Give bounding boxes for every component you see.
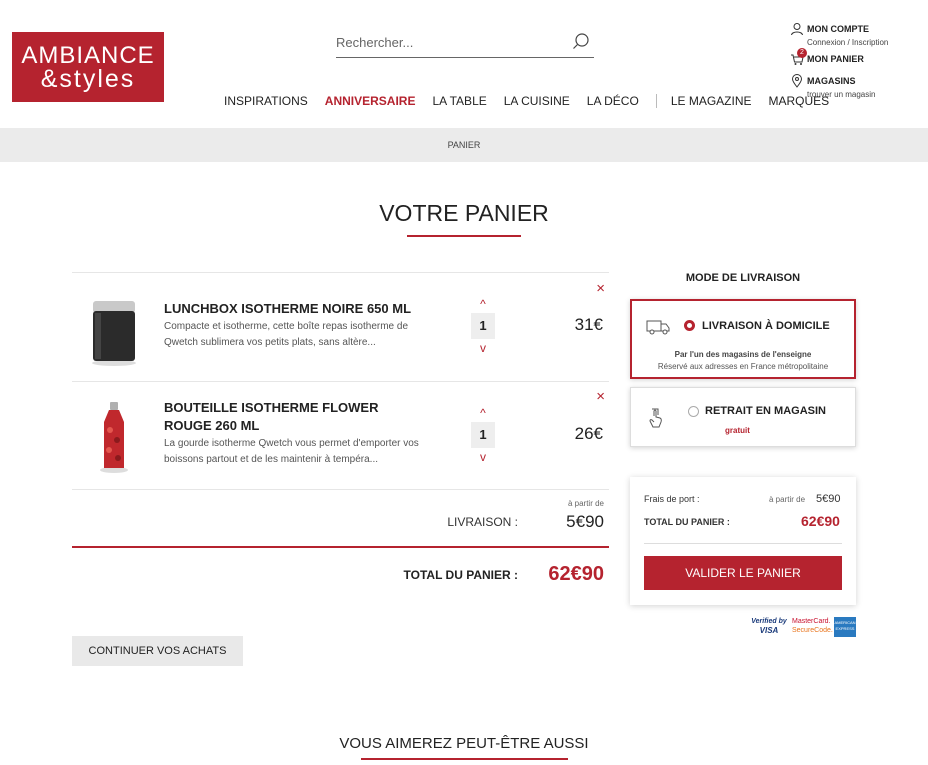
- total-divider: [72, 546, 609, 548]
- option-detail: Par l'un des magasins de l'enseigne: [674, 350, 812, 359]
- order-summary: Frais de port : à partir de 5€90 TOTAL D…: [630, 477, 856, 605]
- payment-logos: Verified by VISA MasterCard. SecureCode.…: [750, 617, 856, 639]
- breadcrumb: PANIER: [0, 128, 928, 162]
- search-icon[interactable]: [572, 32, 590, 50]
- option-label: RETRAIT EN MAGASIN: [705, 405, 826, 417]
- shipping-price: 5€90: [816, 493, 841, 505]
- delivery-option-home[interactable]: LIVRAISON À DOMICILE Par l'un des magasi…: [630, 299, 856, 379]
- product-description: La gourde isotherme Qwetch vous permet d…: [164, 438, 419, 465]
- product-image-bottle[interactable]: [86, 396, 142, 476]
- quantity-decrease-button[interactable]: v: [476, 451, 490, 463]
- divider: [72, 489, 609, 490]
- validate-cart-button[interactable]: VALIDER LE PANIER: [644, 556, 842, 590]
- my-account-label: MON COMPTE: [807, 24, 869, 34]
- product-image-lunchbox[interactable]: [86, 293, 142, 373]
- remove-item-button[interactable]: ×: [596, 388, 605, 405]
- nav-item-anniversaire[interactable]: ANNIVERSAIRE: [325, 94, 416, 108]
- quantity-increase-button[interactable]: ^: [476, 407, 490, 419]
- quantity-value[interactable]: 1: [471, 313, 495, 339]
- quantity-decrease-button[interactable]: v: [476, 342, 490, 354]
- delivery-price: 5€90: [566, 512, 604, 531]
- location-pin-icon: [791, 74, 803, 88]
- mastercard-securecode-logo: MasterCard. SecureCode.: [792, 617, 833, 637]
- remove-item-button[interactable]: ×: [596, 280, 605, 297]
- mastercard-label: MasterCard.: [792, 618, 831, 625]
- radio-selected[interactable]: [684, 320, 695, 331]
- product-price: 31€: [574, 315, 603, 334]
- title-underline: [407, 235, 521, 237]
- nav-item-inspirations[interactable]: INSPIRATIONS: [224, 94, 308, 108]
- shipping-from: à partir de: [769, 495, 806, 504]
- delivery-label: LIVRAISON :: [447, 515, 518, 529]
- visa-label: VISA: [759, 626, 779, 635]
- verified-label: Verified: [751, 618, 777, 625]
- search-input[interactable]: [336, 31, 556, 53]
- my-cart-label: MON PANIER: [807, 54, 864, 64]
- nav-item-la-deco[interactable]: LA DÉCO: [587, 94, 639, 108]
- continue-shopping-button[interactable]: CONTINUER VOS ACHATS: [72, 636, 243, 666]
- delivery-mode-title: MODE DE LIVRAISON: [685, 272, 801, 284]
- option-note: Réservé aux adresses en France métropoli…: [657, 362, 829, 371]
- nav-item-marques[interactable]: MARQUES: [769, 94, 830, 108]
- product-description: Compacte et isotherme, cette boîte repas…: [164, 321, 409, 348]
- divider: [644, 543, 842, 544]
- store-click-icon: [649, 408, 662, 428]
- suggestions-underline: [361, 758, 568, 760]
- page-title: VOTRE PANIER: [379, 200, 549, 226]
- my-cart-link[interactable]: 2 MON PANIER: [790, 48, 920, 74]
- securecode-label: SecureCode.: [792, 627, 833, 634]
- summary-total-price: 62€90: [801, 513, 840, 529]
- nav-item-la-table[interactable]: LA TABLE: [432, 94, 486, 108]
- cart-total-price: 62€90: [548, 563, 604, 585]
- delivery-from-label: à partir de: [567, 499, 604, 508]
- login-links[interactable]: Connexion / Inscription: [807, 38, 928, 52]
- stores-label: MAGASINS: [807, 76, 856, 86]
- cart-item: LUNCHBOX ISOTHERME NOIRE 650 ML Compacte…: [72, 273, 609, 381]
- user-icon: [791, 23, 803, 36]
- search-bar: [336, 28, 594, 58]
- main-nav: INSPIRATIONS ANNIVERSAIRE LA TABLE LA CU…: [224, 92, 846, 110]
- product-price: 26€: [574, 424, 603, 443]
- nav-divider: [655, 94, 657, 108]
- amex-logo: AMERICAN EXPRESS: [834, 617, 856, 637]
- shipping-label: Frais de port :: [644, 494, 700, 504]
- option-label: LIVRAISON À DOMICILE: [702, 320, 830, 332]
- nav-item-la-cuisine[interactable]: LA CUISINE: [504, 94, 570, 108]
- summary-total-label: TOTAL DU PANIER :: [644, 517, 730, 527]
- quantity-increase-button[interactable]: ^: [476, 298, 490, 310]
- verified-by-label: by: [778, 618, 787, 625]
- logo-line2: &styles: [40, 65, 136, 93]
- suggestions-title: VOUS AIMEREZ PEUT-ÊTRE AUSSI: [339, 735, 589, 752]
- delivery-option-store[interactable]: RETRAIT EN MAGASIN gratuit: [630, 387, 856, 447]
- quantity-value[interactable]: 1: [471, 422, 495, 448]
- nav-item-le-magazine[interactable]: LE MAGAZINE: [671, 94, 752, 108]
- truck-icon: [646, 320, 670, 335]
- verified-by-visa-logo: Verified by VISA: [750, 617, 788, 637]
- brand-logo[interactable]: AMBIANCE &styles: [12, 32, 164, 102]
- cart-total-label: TOTAL DU PANIER :: [403, 568, 518, 582]
- radio-unselected[interactable]: [688, 406, 699, 417]
- cart-item: BOUTEILLE ISOTHERME FLOWER ROUGE 260 ML …: [72, 382, 609, 490]
- cart-count-badge: 2: [797, 48, 807, 58]
- product-name[interactable]: BOUTEILLE ISOTHERME FLOWER ROUGE 260 ML: [164, 399, 414, 435]
- product-name[interactable]: LUNCHBOX ISOTHERME NOIRE 650 ML: [164, 300, 414, 318]
- option-price: gratuit: [725, 426, 750, 435]
